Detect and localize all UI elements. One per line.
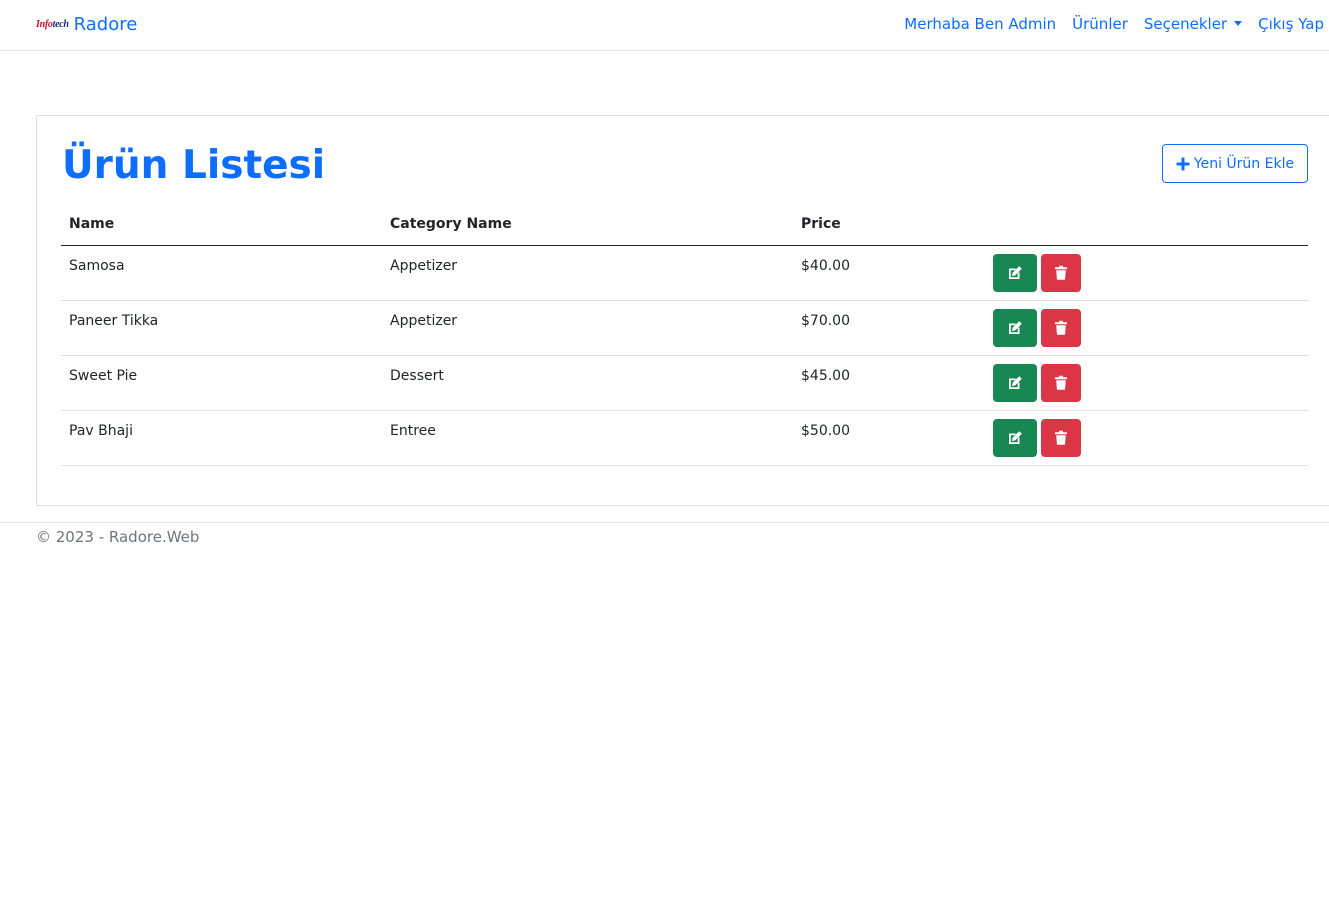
nav-greeting-link[interactable]: Merhaba Ben Admin [904, 15, 1056, 33]
navbar: Infotech Radore Merhaba Ben Admin Ürünle… [0, 0, 1329, 51]
edit-icon [1009, 430, 1022, 444]
delete-button[interactable] [1041, 253, 1081, 292]
nav-products-link[interactable]: Ürünler [1072, 15, 1128, 33]
cell-category: Appetizer [382, 245, 793, 301]
edit-icon [1009, 265, 1022, 279]
cell-name: Pav Bhaji [61, 410, 382, 466]
brand-name: Radore [73, 13, 138, 35]
delete-button[interactable] [1041, 418, 1081, 457]
footer-copyright: © 2023 - Radore.Web [36, 528, 200, 546]
cell-price: $70.00 [793, 300, 985, 356]
cell-name: Samosa [61, 245, 382, 301]
edit-icon [1009, 375, 1022, 389]
edit-button[interactable] [993, 253, 1037, 292]
table-row: Sweet Pie Dessert $45.00 [61, 355, 1308, 411]
cell-actions [985, 410, 1308, 466]
edit-icon [1009, 320, 1022, 334]
nav-options-dropdown[interactable]: Seçenekler [1143, 15, 1243, 33]
header-category: Category Name [382, 204, 793, 246]
header-name: Name [61, 204, 382, 246]
page-title: Ürün Listesi [62, 143, 326, 188]
cell-actions [985, 245, 1308, 301]
table-row: Pav Bhaji Entree $50.00 [61, 410, 1308, 466]
nav-links: Merhaba Ben Admin Ürünler Seçenekler Çık… [888, 12, 1324, 36]
trash-icon [1055, 430, 1067, 445]
footer: © 2023 - Radore.Web [0, 522, 1329, 552]
cell-price: $40.00 [793, 245, 985, 301]
cell-price: $50.00 [793, 410, 985, 466]
brand-link[interactable]: Infotech Radore [36, 12, 137, 36]
delete-button[interactable] [1041, 308, 1081, 347]
cell-name: Paneer Tikka [61, 300, 382, 356]
trash-icon [1055, 375, 1067, 390]
header-price: Price [793, 204, 985, 246]
table-header-row: Name Category Name Price [61, 204, 1308, 246]
edit-button[interactable] [993, 308, 1037, 347]
infotech-logo: Infotech [36, 18, 69, 30]
cell-actions [985, 355, 1308, 411]
trash-icon [1055, 320, 1067, 335]
edit-button[interactable] [993, 418, 1037, 457]
header-actions [985, 204, 1308, 246]
table-row: Paneer Tikka Appetizer $70.00 [61, 300, 1308, 356]
nav-options-label: Seçenekler [1143, 15, 1228, 33]
delete-button[interactable] [1041, 363, 1081, 402]
add-product-button[interactable]: Yeni Ürün Ekle [1162, 144, 1308, 183]
trash-icon [1055, 265, 1067, 280]
plus-icon [1176, 157, 1190, 170]
add-product-label: Yeni Ürün Ekle [1193, 155, 1295, 172]
caret-down-icon [1234, 21, 1243, 26]
product-table: Name Category Name Price Samosa Appetize… [61, 204, 1308, 466]
table-row: Samosa Appetizer $40.00 [61, 245, 1308, 301]
cell-price: $45.00 [793, 355, 985, 411]
cell-category: Appetizer [382, 300, 793, 356]
cell-actions [985, 300, 1308, 356]
edit-button[interactable] [993, 363, 1037, 402]
cell-category: Entree [382, 410, 793, 466]
cell-name: Sweet Pie [61, 355, 382, 411]
nav-logout-link[interactable]: Çıkış Yap [1258, 15, 1324, 33]
product-list-card: Ürün Listesi Yeni Ürün Ekle Name Categor… [36, 115, 1329, 506]
cell-category: Dessert [382, 355, 793, 411]
